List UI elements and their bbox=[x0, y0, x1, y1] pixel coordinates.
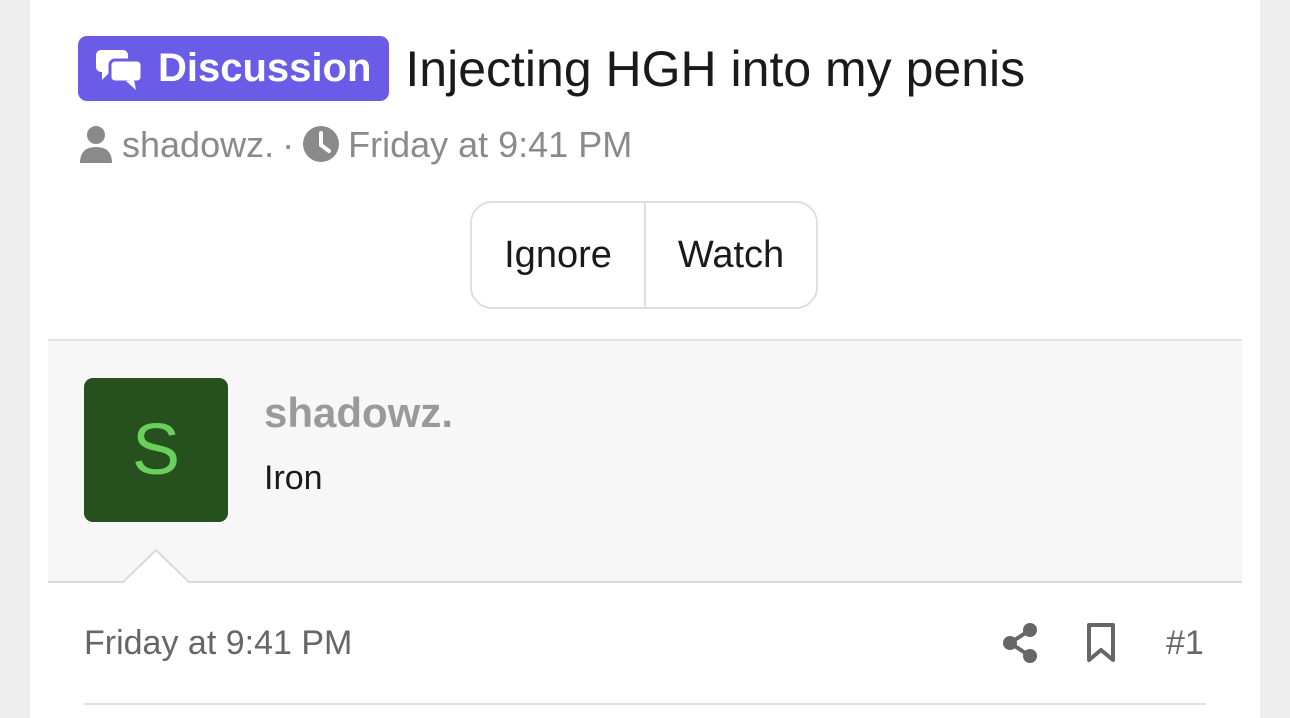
post-footer: Friday at 9:41 PM #1 bbox=[84, 620, 1206, 668]
watch-button[interactable]: Watch bbox=[646, 203, 816, 307]
clock-icon bbox=[302, 125, 340, 165]
post-date[interactable]: Friday at 9:41 PM bbox=[84, 624, 352, 663]
meta-separator: · bbox=[282, 124, 295, 165]
discussion-prefix-badge[interactable]: Discussion bbox=[78, 36, 390, 101]
thread-title: Injecting HGH into my penis bbox=[405, 40, 1026, 97]
post-username[interactable]: shadowz. bbox=[264, 389, 453, 437]
thread-author-link[interactable]: shadowz. bbox=[122, 124, 274, 166]
user-header-caret bbox=[122, 548, 190, 584]
share-icon[interactable] bbox=[1000, 622, 1040, 664]
comments-icon bbox=[94, 46, 144, 92]
thread-title-row: Discussion Injecting HGH into my penis bbox=[78, 36, 1025, 101]
bookmark-icon[interactable] bbox=[1084, 622, 1118, 664]
thread-time[interactable]: Friday at 9:41 PM bbox=[348, 124, 632, 166]
ignore-button[interactable]: Ignore bbox=[472, 203, 646, 307]
post-number-link[interactable]: #1 bbox=[1166, 624, 1204, 663]
post-user-header: S shadowz. Iron bbox=[48, 339, 1242, 583]
user-icon bbox=[78, 125, 114, 165]
prefix-label: Discussion bbox=[158, 46, 372, 90]
thread-actions: Ignore Watch bbox=[470, 201, 818, 309]
avatar[interactable]: S bbox=[84, 378, 228, 522]
footer-divider bbox=[84, 703, 1206, 705]
thread-page: Discussion Injecting HGH into my penis s… bbox=[30, 0, 1260, 718]
post-user-title: Iron bbox=[264, 459, 323, 497]
thread-meta: shadowz. · Friday at 9:41 PM bbox=[78, 124, 632, 166]
